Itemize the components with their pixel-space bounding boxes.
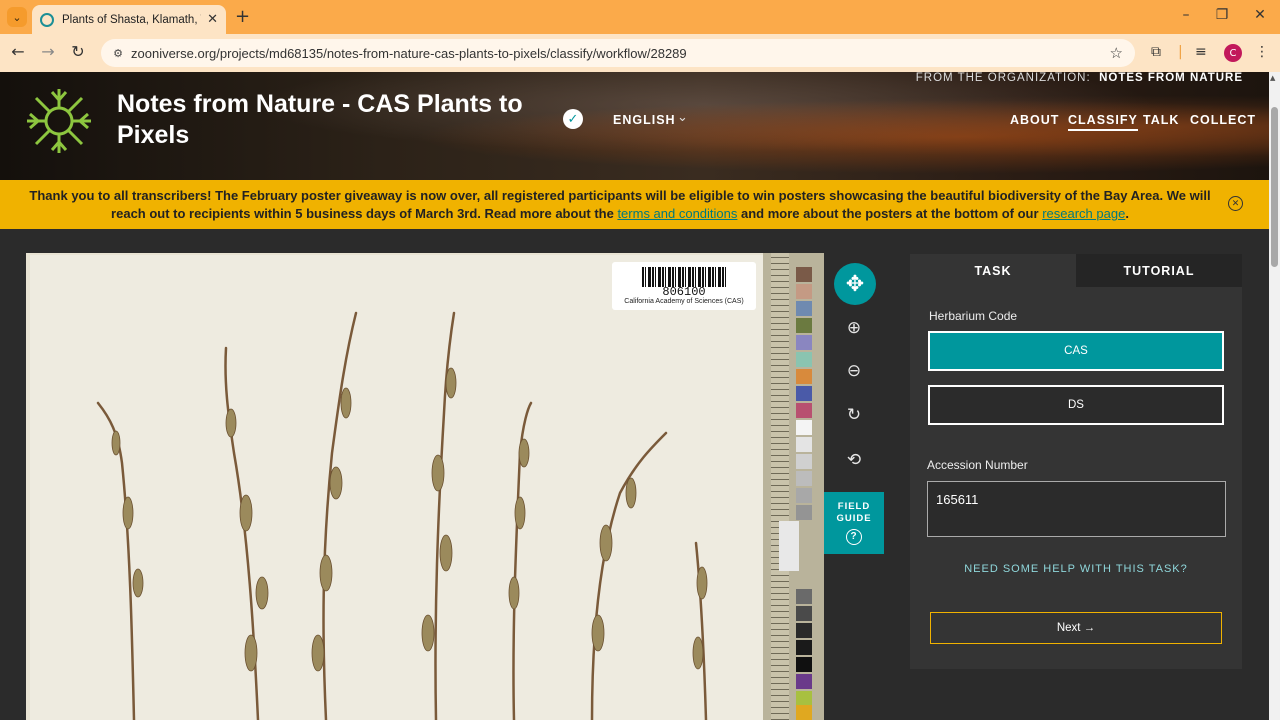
specimen-barcode-label: 806100 California Academy of Sciences (C… bbox=[612, 262, 756, 310]
color-calibration-ruler bbox=[763, 253, 824, 720]
barcode-institution: California Academy of Sciences (CAS) bbox=[624, 298, 744, 305]
tab-tutorial[interactable]: TUTORIAL bbox=[1076, 254, 1242, 287]
field-guide-label-1: FIELD bbox=[837, 501, 871, 512]
announcement-text: Thank you to all transcribers! The Febru… bbox=[29, 188, 1211, 221]
window-close-icon[interactable]: ✕ bbox=[1250, 7, 1270, 23]
verified-check-icon: ✓ bbox=[563, 109, 583, 129]
nav-collect[interactable]: COLLECT bbox=[1190, 113, 1256, 127]
color-swatch bbox=[796, 369, 812, 384]
color-swatch bbox=[796, 589, 812, 604]
scroll-thumb[interactable] bbox=[1271, 107, 1278, 267]
forward-arrow-icon[interactable]: → bbox=[37, 42, 59, 61]
color-swatch bbox=[796, 657, 812, 672]
research-page-link[interactable]: research page bbox=[1042, 206, 1125, 221]
ruler-qr-label bbox=[779, 521, 799, 571]
minimize-icon[interactable]: – bbox=[1176, 7, 1196, 23]
media-control-icon[interactable]: ≡ bbox=[1195, 44, 1207, 60]
color-swatch bbox=[796, 505, 812, 520]
tab-close-icon[interactable]: ✕ bbox=[207, 12, 218, 27]
color-swatch bbox=[796, 691, 812, 706]
task-help-link[interactable]: NEED SOME HELP WITH THIS TASK? bbox=[910, 563, 1242, 575]
organization-label[interactable]: FROM THE ORGANIZATION: NOTES FROM NATURE bbox=[916, 72, 1243, 84]
project-title[interactable]: Notes from Nature - CAS Plants to Pixels bbox=[117, 89, 557, 151]
color-swatch bbox=[796, 267, 812, 282]
color-swatch bbox=[796, 403, 812, 418]
banner-close-icon[interactable]: ✕ bbox=[1228, 196, 1243, 211]
project-header: Notes from Nature - CAS Plants to Pixels… bbox=[0, 72, 1280, 180]
color-swatch bbox=[796, 335, 812, 350]
browser-tab[interactable]: Plants of Shasta, Klamath, Trinit ✕ bbox=[32, 5, 226, 34]
next-button[interactable]: Next → bbox=[930, 612, 1222, 644]
scroll-up-icon[interactable]: ▲ bbox=[1270, 74, 1275, 82]
toolbar-divider: | bbox=[1178, 44, 1183, 60]
plant-specimen bbox=[96, 311, 708, 720]
answer-ds-button[interactable]: DS bbox=[928, 385, 1224, 425]
zoom-out-icon[interactable]: ⊖ bbox=[843, 360, 865, 382]
reload-icon[interactable]: ↻ bbox=[67, 42, 89, 61]
color-swatch bbox=[796, 301, 812, 316]
subject-image[interactable]: 806100 California Academy of Sciences (C… bbox=[26, 253, 824, 720]
browser-menu-icon[interactable]: ⋮ bbox=[1255, 44, 1269, 60]
task-panel: TASK TUTORIAL Herbarium Code CAS DS Acce… bbox=[910, 254, 1242, 669]
question-circle-icon: ? bbox=[846, 529, 862, 545]
nav-about[interactable]: ABOUT bbox=[1010, 113, 1059, 127]
color-swatch bbox=[796, 488, 812, 503]
zoom-in-icon[interactable]: ⊕ bbox=[843, 317, 865, 339]
color-swatch bbox=[796, 640, 812, 655]
org-name[interactable]: NOTES FROM NATURE bbox=[1099, 72, 1243, 84]
color-swatch bbox=[796, 454, 812, 469]
barcode-bars bbox=[642, 267, 726, 287]
color-swatch bbox=[796, 674, 812, 689]
browser-tab-bar: ⌄ Plants of Shasta, Klamath, Trinit ✕ + … bbox=[0, 0, 1280, 34]
color-swatch bbox=[796, 420, 812, 435]
url-text[interactable]: zooniverse.org/projects/md68135/notes-fr… bbox=[131, 46, 687, 61]
browser-toolbar: ← → ↻ ⚙ zooniverse.org/projects/md68135/… bbox=[0, 34, 1280, 72]
color-swatch bbox=[796, 437, 812, 452]
bookmark-star-icon[interactable]: ☆ bbox=[1110, 44, 1123, 62]
ruler-scale bbox=[771, 253, 789, 720]
tab-search-button[interactable]: ⌄ bbox=[7, 7, 27, 27]
nav-classify[interactable]: CLASSIFY bbox=[1068, 113, 1138, 131]
notes-from-nature-logo-icon bbox=[27, 89, 91, 153]
field-guide-label-2: GUIDE bbox=[836, 513, 872, 524]
color-swatch bbox=[796, 471, 812, 486]
color-swatch bbox=[796, 386, 812, 401]
tab-task[interactable]: TASK bbox=[910, 254, 1076, 287]
rotate-icon[interactable]: ↻ bbox=[843, 404, 865, 426]
zooniverse-favicon-icon bbox=[40, 12, 54, 27]
answer-cas-button[interactable]: CAS bbox=[928, 331, 1224, 371]
announcement-banner: Thank you to all transcribers! The Febru… bbox=[0, 180, 1280, 229]
nav-talk[interactable]: TALK bbox=[1143, 113, 1179, 127]
color-swatch bbox=[796, 352, 812, 367]
back-arrow-icon[interactable]: ← bbox=[7, 42, 29, 61]
language-selector[interactable]: ENGLISH bbox=[613, 113, 676, 127]
reset-icon[interactable]: ⟲ bbox=[843, 449, 865, 471]
color-swatch bbox=[796, 606, 812, 621]
address-bar[interactable]: ⚙ zooniverse.org/projects/md68135/notes-… bbox=[101, 39, 1135, 67]
chevron-down-icon[interactable]: ⌄ bbox=[677, 110, 688, 125]
field-guide-button[interactable]: FIELD GUIDE ? bbox=[824, 492, 884, 554]
accession-number-input[interactable]: 165611 bbox=[927, 481, 1226, 537]
terms-link[interactable]: terms and conditions bbox=[617, 206, 737, 221]
herbarium-code-label: Herbarium Code bbox=[929, 309, 1018, 323]
profile-avatar[interactable]: C bbox=[1224, 44, 1242, 62]
barcode-number: 806100 bbox=[662, 285, 706, 299]
color-swatch bbox=[796, 318, 812, 333]
page-scrollbar[interactable]: ▲ bbox=[1269, 72, 1280, 720]
extensions-icon[interactable]: ⧉ bbox=[1151, 44, 1161, 60]
color-swatch bbox=[796, 284, 812, 299]
site-info-icon[interactable]: ⚙ bbox=[109, 47, 127, 60]
color-swatch bbox=[796, 705, 812, 720]
org-prefix: FROM THE ORGANIZATION: bbox=[915, 72, 1091, 84]
move-arrows-icon[interactable]: ✥ bbox=[834, 263, 876, 305]
tab-title: Plants of Shasta, Klamath, Trinit bbox=[62, 13, 201, 26]
restore-icon[interactable]: ❐ bbox=[1212, 7, 1232, 23]
new-tab-icon[interactable]: + bbox=[235, 6, 250, 27]
color-swatch bbox=[796, 623, 812, 638]
accession-number-label: Accession Number bbox=[927, 458, 1028, 472]
